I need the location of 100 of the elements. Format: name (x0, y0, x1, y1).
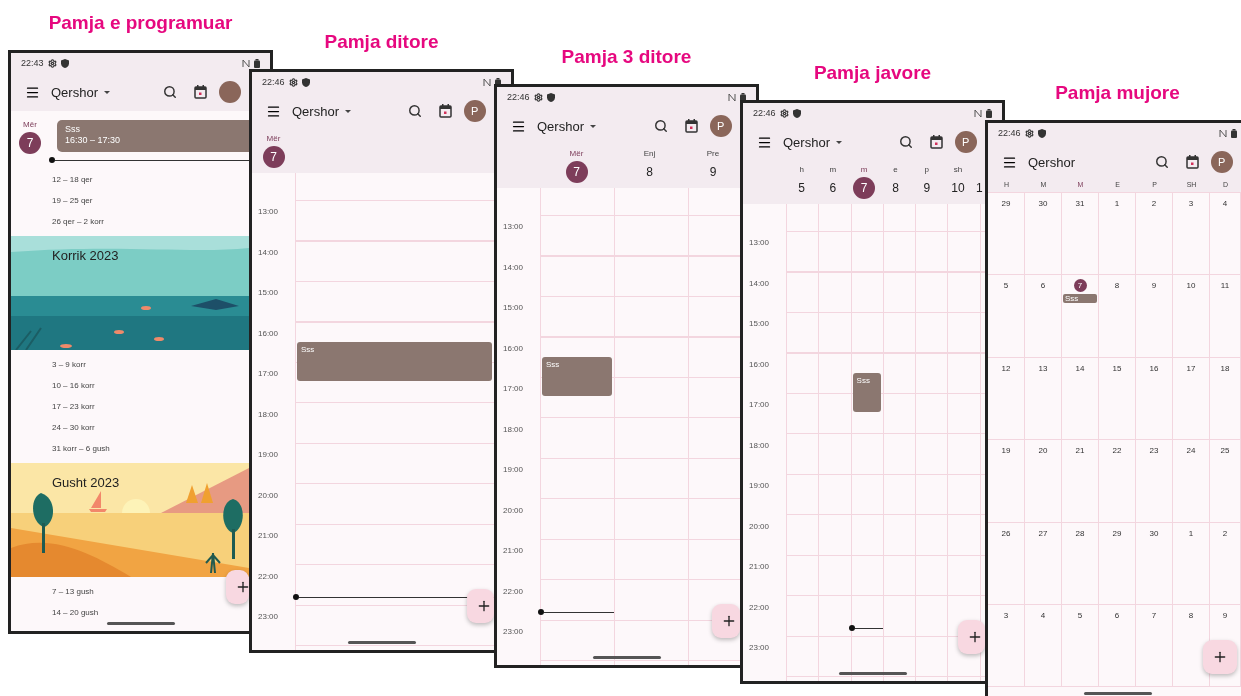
date-label[interactable]: 23 (1147, 444, 1161, 458)
date-label[interactable]: 8 (1184, 608, 1198, 622)
search-icon[interactable] (408, 104, 422, 118)
search-icon[interactable] (899, 135, 913, 149)
date-label[interactable]: 31 (1073, 197, 1087, 210)
date-label[interactable]: 19 (999, 444, 1013, 458)
menu-icon[interactable] (757, 134, 772, 150)
selected-date[interactable]: 7 (262, 146, 285, 168)
date-label[interactable]: 5 (1073, 608, 1087, 622)
event-block[interactable]: Sss (297, 341, 492, 381)
date-label[interactable]: 28 (1073, 526, 1087, 540)
date-label[interactable]: 10 (1184, 279, 1198, 293)
month-title[interactable]: Qershor (783, 134, 830, 150)
date-label[interactable]: 9 (923, 177, 931, 199)
date-label[interactable]: 13 (1036, 361, 1050, 375)
date-label[interactable]: 29 (999, 197, 1013, 210)
selected-date[interactable]: 7 (19, 132, 41, 154)
month-title[interactable]: Qershor (51, 84, 98, 100)
date-label[interactable]: 8 (646, 161, 653, 183)
date-label[interactable]: 8 (892, 177, 899, 199)
avatar[interactable] (219, 81, 241, 103)
date-label[interactable]: 24 (1184, 444, 1198, 458)
date-label[interactable]: 10 (951, 177, 965, 199)
month-title[interactable]: Qershor (537, 118, 584, 134)
calendar-icon[interactable] (929, 135, 943, 149)
date-label[interactable]: 22 (1110, 444, 1124, 458)
avatar[interactable]: P (955, 131, 977, 153)
date-label[interactable]: 16 (1147, 361, 1161, 375)
menu-icon[interactable] (511, 118, 526, 134)
calendar-icon[interactable] (684, 119, 698, 133)
week-range[interactable]: 24 – 30 korr (52, 423, 95, 432)
menu-icon[interactable] (266, 103, 281, 119)
add-button[interactable] (958, 620, 985, 654)
date-label[interactable]: 3 (1184, 197, 1198, 210)
date-label[interactable]: 9 (1147, 279, 1161, 293)
date-label[interactable]: 4 (1036, 608, 1050, 622)
date-label[interactable]: 30 (1147, 526, 1161, 540)
week-range[interactable]: 3 – 9 korr (52, 360, 86, 369)
date-label[interactable]: 6 (829, 177, 837, 199)
date-label[interactable]: 25 (1218, 444, 1232, 458)
caret-icon[interactable] (343, 108, 352, 114)
week-range[interactable]: 7 – 13 gush (52, 587, 94, 596)
date-label[interactable]: 17 (1184, 361, 1198, 375)
date-label[interactable]: 12 (999, 361, 1013, 375)
month-title[interactable]: Qershor (292, 103, 339, 119)
date-label[interactable]: 26 (999, 526, 1013, 540)
date-label[interactable]: 11 (1218, 279, 1232, 293)
date-label[interactable]: 2 (1147, 197, 1161, 210)
date-label[interactable]: 2 (1218, 526, 1232, 540)
date-label[interactable]: 1 (976, 177, 983, 199)
date-label[interactable]: 15 (1110, 361, 1124, 375)
date-label[interactable]: 18 (1218, 361, 1232, 375)
selected-date[interactable]: 7 (1073, 279, 1087, 293)
search-icon[interactable] (163, 85, 177, 99)
date-label[interactable]: 3 (999, 608, 1013, 622)
add-button[interactable] (1203, 640, 1237, 674)
add-button[interactable] (712, 604, 740, 638)
add-button[interactable] (226, 570, 249, 604)
date-label[interactable]: 27 (1036, 526, 1050, 540)
selected-date[interactable]: 7 (565, 161, 588, 183)
caret-icon[interactable] (834, 139, 843, 145)
date-label[interactable]: 30 (1036, 197, 1050, 210)
menu-icon[interactable] (25, 84, 40, 100)
search-icon[interactable] (654, 119, 668, 133)
menu-icon[interactable] (1002, 154, 1017, 170)
week-range[interactable]: 19 – 25 qer (52, 196, 93, 205)
calendar-icon[interactable] (193, 85, 207, 99)
event-block[interactable]: Sss (542, 356, 612, 396)
date-label[interactable]: 7 (1147, 608, 1161, 622)
date-label[interactable]: 9 (1218, 608, 1232, 622)
calendar-icon[interactable] (438, 104, 452, 118)
calendar-icon[interactable] (1185, 155, 1199, 169)
date-label[interactable]: 5 (999, 279, 1013, 293)
date-label[interactable]: 8 (1110, 279, 1124, 293)
date-label[interactable]: 29 (1110, 526, 1124, 540)
week-range[interactable]: 17 – 23 korr (52, 402, 95, 411)
week-range[interactable]: 10 – 16 korr (52, 381, 95, 390)
week-range[interactable]: 31 korr – 6 gush (52, 444, 110, 453)
event-block[interactable]: Sss (852, 372, 881, 412)
date-label[interactable]: 9 (709, 161, 717, 183)
event-card[interactable]: Sss 16:30 – 17:30 (57, 120, 249, 152)
add-button[interactable] (467, 589, 494, 623)
date-label[interactable]: 4 (1218, 197, 1232, 210)
date-label[interactable]: 1 (1110, 197, 1124, 210)
date-label[interactable]: 6 (1036, 279, 1050, 293)
date-label[interactable]: 20 (1036, 444, 1050, 458)
selected-date[interactable]: 7 (853, 177, 876, 199)
caret-icon[interactable] (102, 89, 111, 95)
date-label[interactable]: 6 (1110, 608, 1124, 622)
date-label[interactable]: 21 (1073, 444, 1087, 458)
event-chip[interactable]: Sss (1063, 294, 1097, 304)
date-label[interactable]: 14 (1073, 361, 1087, 375)
date-label[interactable]: 1 (1184, 526, 1198, 540)
date-label[interactable]: 5 (798, 177, 805, 199)
search-icon[interactable] (1155, 155, 1169, 169)
avatar[interactable]: P (464, 100, 486, 122)
month-title[interactable]: Qershor (1028, 154, 1075, 170)
week-range[interactable]: 26 qer – 2 korr (52, 217, 105, 226)
week-range[interactable]: 14 – 20 gush (52, 608, 99, 617)
week-range[interactable]: 12 – 18 qer (52, 175, 93, 184)
